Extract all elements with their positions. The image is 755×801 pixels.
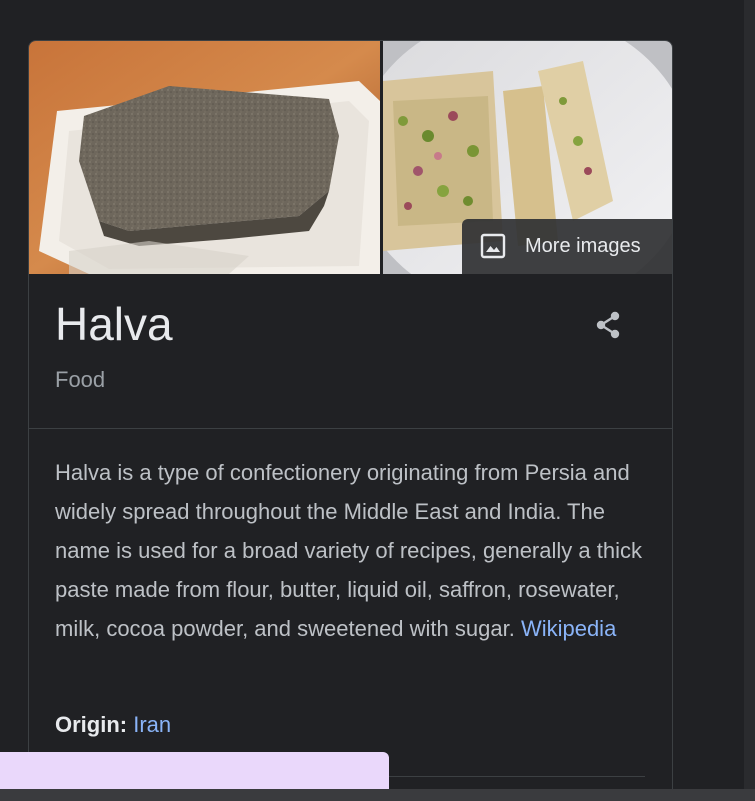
bottom-divider — [389, 776, 645, 777]
entity-subtitle: Food — [55, 367, 106, 392]
image-icon — [480, 233, 506, 259]
origin-link[interactable]: Iran — [133, 712, 171, 737]
knowledge-panel: More images Halva Food Halva is a type o… — [28, 40, 673, 801]
share-button[interactable] — [591, 307, 627, 343]
origin-row: Origin: Iran — [55, 712, 171, 738]
page: More images Halva Food Halva is a type o… — [0, 0, 755, 801]
more-images-label: More images — [525, 235, 641, 257]
more-images-button[interactable]: More images — [462, 219, 672, 274]
entity-description: Halva is a type of confectionery origina… — [55, 453, 645, 648]
image-strip: More images — [29, 41, 672, 274]
share-icon — [596, 311, 620, 339]
description-text: Halva is a type of confectionery origina… — [55, 460, 642, 641]
entity-title: Halva — [55, 298, 173, 350]
overlay-bar — [0, 752, 389, 792]
halva-block-image[interactable] — [29, 41, 380, 274]
wikipedia-link[interactable]: Wikipedia — [521, 616, 616, 641]
section-divider — [29, 428, 672, 429]
origin-label: Origin: — [55, 712, 128, 737]
bottom-taskbar-strip — [0, 789, 755, 801]
scrollbar-track[interactable] — [744, 0, 755, 801]
